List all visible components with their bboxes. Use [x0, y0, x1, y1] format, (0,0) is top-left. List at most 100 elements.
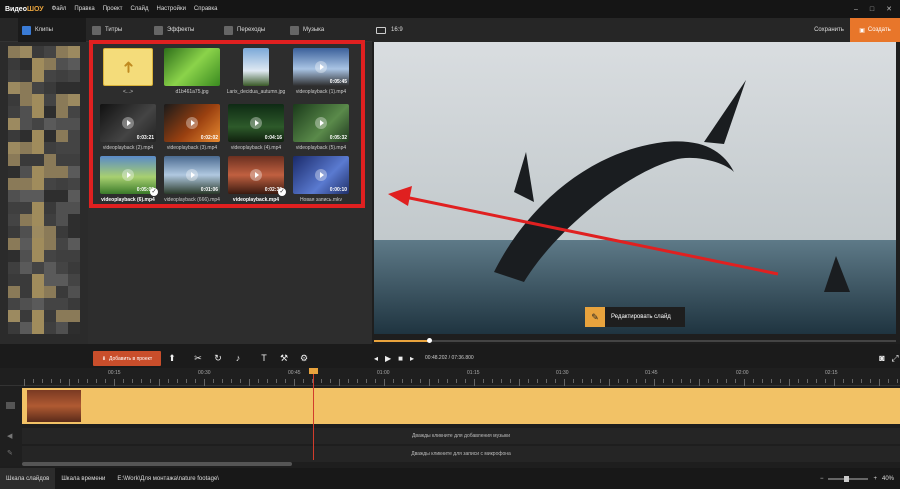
folder-tree-pixel [44, 70, 56, 82]
timeline-clip[interactable] [27, 390, 81, 422]
text-icon[interactable]: T [258, 352, 270, 364]
monitor-icon [376, 26, 386, 34]
menu-project[interactable]: Проект [99, 6, 127, 12]
folder-tree-pixel [44, 250, 56, 262]
folder-tree-pixel [32, 142, 44, 154]
ruler-tick [573, 379, 574, 383]
snapshot-icon[interactable]: ◙ [876, 352, 888, 364]
library-tabs: Клипы Титры Эффекты Переходы Музыка [0, 18, 372, 42]
aspect-ratio[interactable]: 16:9 [376, 18, 403, 42]
ruler-tick [87, 379, 88, 383]
ruler-tick [285, 379, 286, 383]
folder-tree-pixel [56, 166, 68, 178]
move-up-icon[interactable]: ⬆ [166, 352, 178, 364]
ruler-tick [213, 379, 214, 383]
music-track[interactable]: Дважды кликните для добавления музыки [22, 428, 900, 444]
prev-icon[interactable]: ◂ [374, 354, 378, 363]
ruler-tick [393, 379, 394, 383]
folder-tree-pixel [20, 214, 32, 226]
folder-tree-pixel [20, 178, 32, 190]
menu-help[interactable]: Справка [190, 6, 222, 12]
folder-tree-pixel [32, 58, 44, 70]
ruler-tick [897, 379, 898, 383]
ruler-tick-label: 00:15 [108, 370, 121, 376]
ruler-tick [483, 379, 484, 383]
ruler-tick-label: 00:45 [288, 370, 301, 376]
ruler-tick [591, 379, 592, 383]
ruler-tick [690, 379, 691, 383]
status-bar: Шкала слайдов Шкала времени E:\Work\Для … [0, 468, 900, 489]
slide-track[interactable] [22, 388, 900, 424]
close-button[interactable]: ✕ [886, 5, 892, 13]
tab-clips[interactable]: Клипы [18, 18, 86, 42]
zoom-out-icon[interactable]: − [820, 476, 824, 482]
rotate-icon[interactable]: ↻ [212, 352, 224, 364]
play-icon[interactable]: ▶ [385, 354, 391, 363]
tab-slide-timeline[interactable]: Шкала слайдов [0, 468, 56, 489]
gear-icon[interactable]: ⚙ [298, 352, 310, 364]
edit-slide-button[interactable]: ✎ Редактировать слайд [585, 307, 685, 327]
timeline-scrollbar[interactable] [22, 462, 292, 466]
ruler-tick [672, 379, 673, 383]
tab-time-timeline[interactable]: Шкала времени [55, 468, 111, 489]
ruler-tick [150, 379, 151, 383]
menu-edit[interactable]: Правка [70, 6, 98, 12]
mic-track[interactable]: Дважды кликните для записи с микрофона [22, 446, 900, 462]
maximize-button[interactable]: □ [870, 6, 874, 13]
app-logo: ВидеоШОУ [5, 5, 44, 13]
window-controls: – □ ✕ [854, 0, 900, 18]
folder-tree-pixel [68, 70, 80, 82]
magic-wand-icon[interactable]: ⚒ [278, 352, 290, 364]
ruler-tick [420, 379, 421, 383]
folder-tree-pixel [20, 190, 32, 202]
folder-tree-pixel [8, 322, 20, 334]
save-button[interactable]: Сохранить [808, 21, 850, 39]
folder-tree-pixel [8, 262, 20, 274]
folder-tree-pixel [8, 178, 20, 190]
folder-tree-pixel [8, 118, 20, 130]
add-to-project-button[interactable]: ⬇ Добавить в проект [93, 351, 161, 366]
folder-tree[interactable] [0, 42, 88, 344]
ruler-tick [888, 379, 889, 383]
folder-tree-pixel [68, 94, 80, 106]
folder-tree-pixel [44, 118, 56, 130]
ruler-tick [582, 379, 583, 383]
folder-tree-pixel [44, 274, 56, 286]
tab-music[interactable]: Музыка [286, 18, 366, 42]
folder-tree-pixel [20, 142, 32, 154]
zoom-slider[interactable] [828, 475, 869, 482]
folder-tree-pixel [32, 226, 44, 238]
folder-tree-pixel [32, 298, 44, 310]
folder-tree-pixel [68, 286, 80, 298]
volume-icon[interactable]: ♪ [232, 352, 244, 364]
folder-tree-pixel [68, 178, 80, 190]
fullscreen-icon[interactable]: ⤢ [890, 352, 900, 364]
menu-slide[interactable]: Слайд [126, 6, 152, 12]
tab-effects[interactable]: Эффекты [150, 18, 216, 42]
scissors-icon[interactable]: ✂ [192, 352, 204, 364]
playhead-handle[interactable] [309, 368, 318, 374]
minimize-button[interactable]: – [854, 6, 858, 13]
menu-settings[interactable]: Настройки [153, 6, 190, 12]
folder-tree-pixel [56, 70, 68, 82]
scrubber-handle[interactable] [426, 338, 432, 343]
folder-tree-pixel [44, 226, 56, 238]
ruler-tick [546, 379, 547, 383]
preview-scrubber[interactable] [374, 340, 896, 342]
folder-tree-pixel [56, 226, 68, 238]
stop-icon[interactable]: ■ [398, 354, 403, 363]
ruler-tick [825, 379, 826, 383]
folder-tree-pixel [68, 226, 80, 238]
menu-file[interactable]: Файл [48, 6, 71, 12]
zoom-in-icon[interactable]: + [873, 476, 877, 482]
ruler-tick [159, 379, 160, 386]
playhead[interactable] [313, 368, 314, 460]
ruler-tick [330, 379, 331, 383]
create-button[interactable]: ▣ Создать [850, 18, 900, 42]
timeline-ruler[interactable]: 00:15 00:30 00:45 01:00 01:15 01:30 01:45 02:00… [0, 368, 900, 386]
tab-titles[interactable]: Титры [88, 18, 144, 42]
tab-transitions[interactable]: Переходы [220, 18, 286, 42]
next-icon[interactable]: ▸ [410, 354, 414, 363]
folder-tree-pixel [56, 298, 68, 310]
ruler-tick [141, 379, 142, 383]
